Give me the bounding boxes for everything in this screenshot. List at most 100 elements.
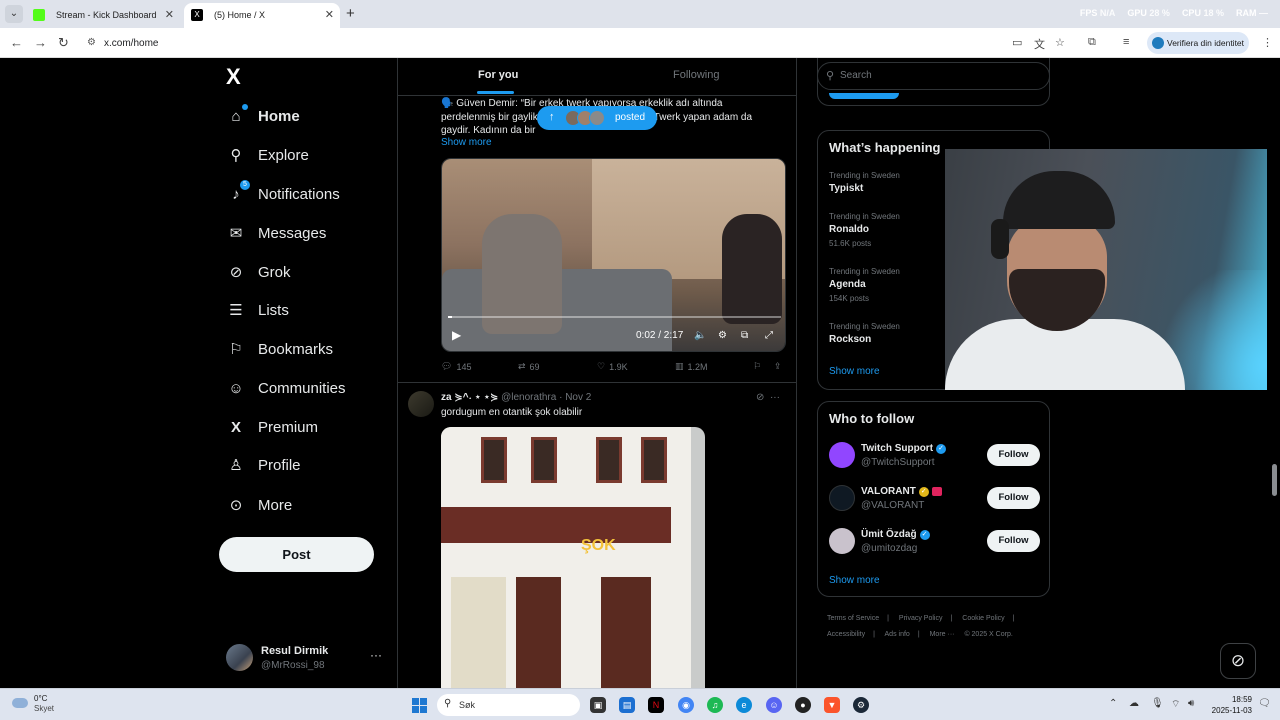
account-switcher[interactable]: Resul Dirmik @MrRossi_98 ··· — [226, 642, 386, 674]
picture-in-picture-icon[interactable]: ⧉ — [741, 330, 748, 341]
avatar[interactable] — [408, 391, 434, 417]
system-clock[interactable]: 18:59 2025-11-03 — [1208, 694, 1252, 716]
app-icon[interactable]: ● — [795, 697, 811, 713]
install-app-icon[interactable]: ▭ — [1012, 36, 1022, 49]
tab-search-icon[interactable]: ⌄ — [5, 5, 23, 23]
grok-icon[interactable]: ⊘ — [756, 392, 764, 403]
more-dots-icon[interactable]: ··· — [370, 648, 382, 662]
footer-link[interactable]: Terms of Service — [827, 615, 879, 622]
fullscreen-icon[interactable]: ⤢ — [765, 330, 773, 341]
volume-icon[interactable]: 🔊︎ — [1188, 698, 1194, 709]
grok-floating-button[interactable]: ⊘ — [1220, 643, 1256, 679]
show-more-link[interactable]: Show more — [441, 137, 492, 148]
trend-item[interactable]: Trending in Sweden Ronaldo 51.6K posts — [829, 212, 900, 248]
verified-badge-icon: ✓ — [936, 443, 947, 454]
new-tab-button[interactable]: + — [346, 5, 355, 22]
tab-x-home[interactable]: X (5) Home / X ✕ — [184, 3, 340, 28]
tweet-author-name[interactable]: za ⋟^˖ ⋆ ⋆⋟ — [441, 392, 498, 403]
reload-icon[interactable]: ↻ — [58, 35, 69, 51]
video-progress-track[interactable] — [448, 316, 781, 318]
sidebar-item-home[interactable]: ⌂ Home — [226, 102, 300, 130]
translate-icon[interactable]: 文 — [1034, 36, 1045, 52]
post-button[interactable]: Post — [219, 537, 374, 572]
tweet-image[interactable]: ŞOK — [441, 427, 705, 688]
reply-button[interactable]: 💬︎ 145 — [441, 361, 471, 372]
repost-button[interactable]: ⇄ 69 — [518, 361, 540, 372]
search-input[interactable]: ⚲ Search — [817, 62, 1050, 90]
forward-arrow-icon[interactable]: → — [34, 35, 47, 50]
footer-link[interactable]: Accessibility — [827, 631, 865, 638]
tweet-author-handle[interactable]: @lenorathra — [501, 392, 556, 403]
footer-link[interactable]: Cookie Policy — [962, 615, 1004, 622]
show-more-link[interactable]: Show more — [829, 575, 880, 586]
tweet-actions: 💬︎ 145 ⇄ 69 ♡ 1.9K ▥ 1.2M ⚐ ⇪ — [441, 361, 786, 375]
chevron-up-icon[interactable]: ⌃ — [1109, 698, 1117, 709]
footer-link[interactable]: Privacy Policy — [899, 615, 943, 622]
extensions-icon[interactable]: ⧉ — [1088, 36, 1096, 49]
sidebar-item-bookmarks[interactable]: ⚐ Bookmarks — [226, 335, 333, 363]
follow-suggestion[interactable]: VALORANT ✓ @VALORANT Follow — [829, 482, 1044, 514]
follow-suggestion[interactable]: Ümit Özdağ ✓ @umitozdag Follow — [829, 525, 1044, 557]
views-button[interactable]: ▥ 1.2M — [675, 361, 708, 372]
store-icon[interactable]: ▤ — [619, 697, 635, 713]
onedrive-cloud-icon[interactable]: ☁ — [1129, 698, 1139, 709]
sidebar-item-premium[interactable]: X Premium — [226, 413, 318, 441]
tab-kick-dashboard[interactable]: Stream - Kick Dashboard ✕ — [26, 3, 180, 28]
play-icon[interactable]: ▶ — [452, 328, 461, 342]
trend-item[interactable]: Trending in Sweden Rockson — [829, 322, 900, 345]
x-logo[interactable]: X — [226, 64, 241, 90]
chrome-icon[interactable]: ◉ — [678, 697, 694, 713]
sidebar-item-grok[interactable]: ⊘ Grok — [226, 258, 291, 286]
footer-link[interactable]: Ads info — [885, 631, 910, 638]
settings-gear-icon[interactable]: ⚙ — [718, 330, 727, 341]
footer-link[interactable]: More ··· — [930, 631, 955, 638]
video-player[interactable]: ▶ 0:02 / 2:17 🔈 ⚙ ⧉ ⤢ — [441, 158, 786, 352]
sidebar-item-messages[interactable]: ✉ Messages — [226, 219, 327, 247]
tweet-date[interactable]: Nov 2 — [565, 392, 591, 403]
close-tab-icon[interactable]: ✕ — [325, 8, 334, 21]
tab-for-you[interactable]: For you — [478, 69, 518, 81]
volume-icon[interactable]: 🔈 — [694, 330, 706, 341]
sidebar-item-communities[interactable]: ☺ Communities — [226, 374, 345, 402]
sidebar-item-more[interactable]: ⊙ More — [226, 491, 292, 519]
follow-button[interactable]: Follow — [987, 530, 1040, 552]
address-bar[interactable]: ⚙ x.com/home — [84, 32, 1134, 54]
sidebar-item-lists[interactable]: ☰ Lists — [226, 296, 289, 324]
netflix-icon[interactable]: N — [648, 697, 664, 713]
edge-icon[interactable]: e — [736, 697, 752, 713]
sidebar-item-notifications[interactable]: ♪ 5 Notifications — [226, 180, 340, 208]
trend-item[interactable]: Trending in Sweden Agenda 154K posts — [829, 267, 900, 303]
sidebar-item-profile[interactable]: ♙ Profile — [226, 451, 300, 479]
tab-following[interactable]: Following — [673, 69, 719, 81]
steam-icon[interactable]: ⚙ — [853, 697, 869, 713]
bookmark-star-icon[interactable]: ☆ — [1055, 36, 1065, 49]
share-icon[interactable]: ⇪ — [774, 361, 782, 372]
back-arrow-icon[interactable]: ← — [10, 35, 23, 50]
brave-icon[interactable]: ▼ — [824, 697, 840, 713]
close-tab-icon[interactable]: ✕ — [165, 8, 174, 21]
notification-center-icon[interactable]: 🗨︎ — [1258, 698, 1271, 709]
browser-menu-icon[interactable]: ⋮ — [1262, 36, 1273, 49]
follow-button[interactable]: Follow — [987, 487, 1040, 509]
new-posts-pill[interactable]: ↑ posted — [537, 106, 657, 130]
like-button[interactable]: ♡ 1.9K — [597, 361, 628, 372]
taskbar-search-input[interactable]: ⚲ Søk — [437, 694, 580, 716]
wifi-icon[interactable]: ⌔ — [1171, 698, 1180, 711]
page-scrollbar[interactable] — [1272, 464, 1277, 496]
show-more-link[interactable]: Show more — [829, 366, 880, 377]
more-dots-icon[interactable]: ··· — [770, 392, 780, 403]
task-view-icon[interactable]: ▣ — [590, 697, 606, 713]
bookmark-icon[interactable]: ⚐ — [753, 361, 761, 372]
follow-suggestion[interactable]: Twitch Support ✓ @TwitchSupport Follow — [829, 439, 1044, 471]
microphone-icon[interactable]: 🎙︎ — [1151, 698, 1164, 709]
trend-item[interactable]: Trending in Sweden Typiskt — [829, 171, 900, 194]
sidebar-item-explore[interactable]: ⚲ Explore — [226, 141, 309, 169]
follow-button[interactable]: Follow — [987, 444, 1040, 466]
tab-title: Stream - Kick Dashboard — [56, 10, 157, 20]
site-info-icon[interactable]: ⚙ — [87, 37, 96, 48]
spotify-icon[interactable]: ♫ — [707, 697, 723, 713]
profile-chip[interactable]: Verifiera din identitet — [1147, 32, 1249, 54]
windows-start-icon[interactable] — [412, 698, 427, 713]
discord-icon[interactable]: ☺ — [766, 697, 782, 713]
reading-list-icon[interactable]: ≡ — [1123, 36, 1129, 48]
